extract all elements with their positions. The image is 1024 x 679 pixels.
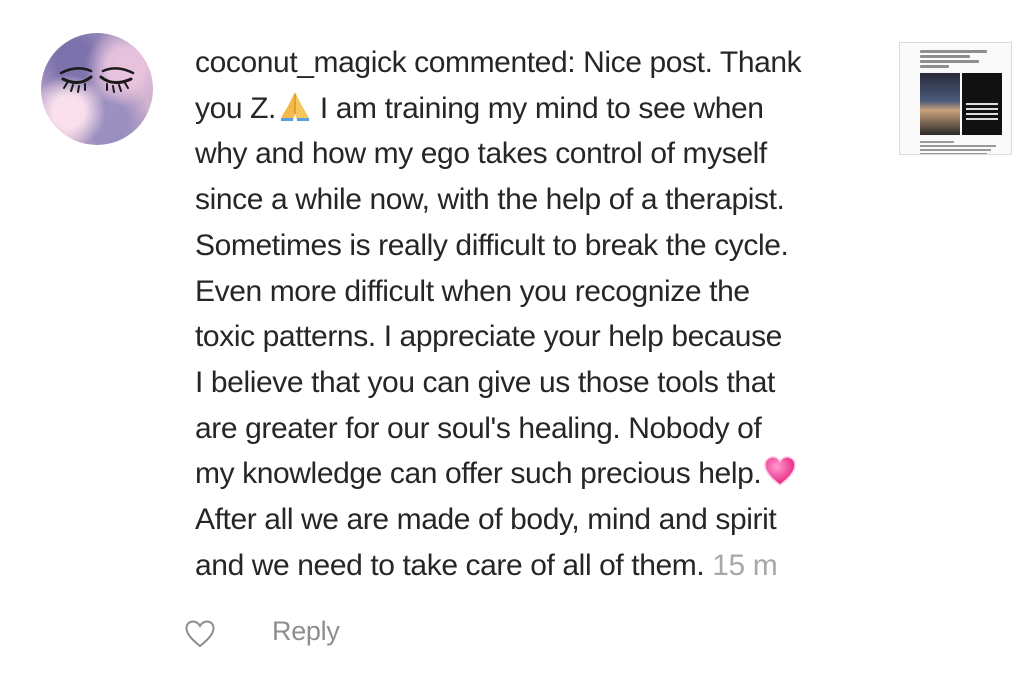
comment-line: Even more difficult when you recognize t…: [195, 274, 750, 308]
thumbnail-photo: [920, 73, 960, 135]
thumbnail-footer: [920, 139, 1004, 154]
comment-line: After all we are made of body, mind and …: [195, 503, 777, 537]
comment-line: Sometimes is really difficult to break t…: [195, 228, 789, 262]
folded-hands-emoji-icon: [280, 91, 309, 121]
comment-line: are greater for our soul's healing. Nobo…: [195, 411, 762, 445]
comment-line-text: and we need to take care of all of them.: [195, 548, 705, 582]
comment-line: my knowledge can offer such precious hel…: [195, 451, 855, 497]
comment-timestamp: 15 m: [712, 548, 778, 582]
comment-text: coconut_magick commented: Nice post. Tha…: [195, 40, 855, 588]
reply-button[interactable]: Reply: [272, 616, 340, 647]
comment-line: coconut_magick commented: Nice post. Tha…: [195, 46, 802, 79]
comment-line: and we need to take care of all of them.…: [195, 543, 855, 589]
comment-line: you Z. I am training my mind to see when: [195, 86, 855, 132]
comment-line: toxic patterns. I appreciate your help b…: [195, 320, 782, 354]
pink-heart-emoji-icon: [764, 456, 797, 487]
comment-line-text: you Z.: [195, 91, 276, 125]
comment-line-text: I am training my mind to see when: [311, 91, 764, 125]
thumbnail-caption: [920, 48, 1004, 70]
post-thumbnail[interactable]: [899, 42, 1012, 155]
comment-line: why and how my ego takes control of myse…: [195, 137, 767, 171]
comment-line: I believe that you can give us those too…: [195, 365, 775, 399]
comment-line-text: my knowledge can offer such precious hel…: [195, 457, 762, 491]
thumbnail-card: [962, 73, 1002, 135]
heart-icon[interactable]: [184, 619, 216, 649]
comment-line: since a while now, with the help of a th…: [195, 183, 785, 217]
closed-eyes-illustration: [59, 67, 135, 93]
avatar[interactable]: [41, 33, 153, 145]
